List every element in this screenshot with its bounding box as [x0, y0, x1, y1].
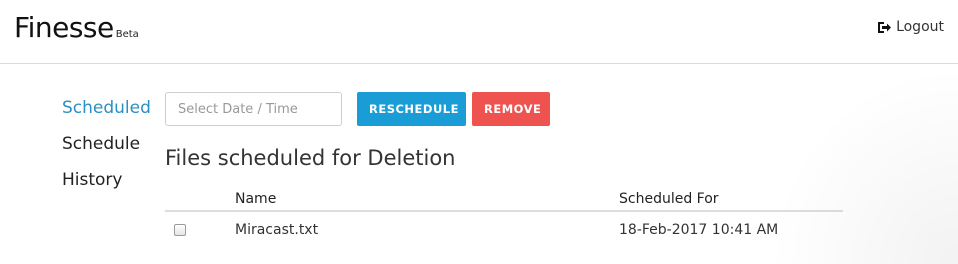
scheduled-for-value: 18-Feb-2017 10:41 AM — [619, 222, 779, 238]
sign-out-icon — [877, 21, 892, 34]
file-name: Miracast.txt — [235, 222, 319, 238]
date-time-input[interactable] — [165, 92, 342, 126]
sidebar-nav: Scheduled Schedule History — [62, 90, 151, 198]
logout-label: Logout — [896, 19, 944, 35]
row-checkbox[interactable] — [174, 224, 186, 236]
column-header-name: Name — [235, 191, 277, 207]
brand-badge: Beta — [115, 29, 139, 40]
sidebar-item-schedule[interactable]: Schedule — [62, 126, 151, 162]
brand-name: Finesse — [14, 11, 114, 44]
column-header-scheduled-for: Scheduled For — [619, 191, 719, 207]
table-row: Miracast.txt 18-Feb-2017 10:41 AM — [165, 212, 843, 250]
sidebar-item-scheduled[interactable]: Scheduled — [62, 90, 151, 126]
table-header: Name Scheduled For — [165, 190, 843, 212]
toolbar: RESCHEDULE REMOVE — [165, 92, 550, 126]
brand-logo[interactable]: Finesse Beta — [14, 10, 139, 46]
reschedule-button[interactable]: RESCHEDULE — [357, 92, 466, 126]
page-title: Files scheduled for Deletion — [165, 146, 456, 170]
remove-button[interactable]: REMOVE — [472, 92, 550, 126]
logout-button[interactable]: Logout — [875, 17, 946, 37]
top-header: Finesse Beta Logout — [0, 0, 958, 64]
sidebar-item-history[interactable]: History — [62, 162, 151, 198]
scheduled-files-table: Name Scheduled For Miracast.txt 18-Feb-2… — [165, 190, 843, 250]
